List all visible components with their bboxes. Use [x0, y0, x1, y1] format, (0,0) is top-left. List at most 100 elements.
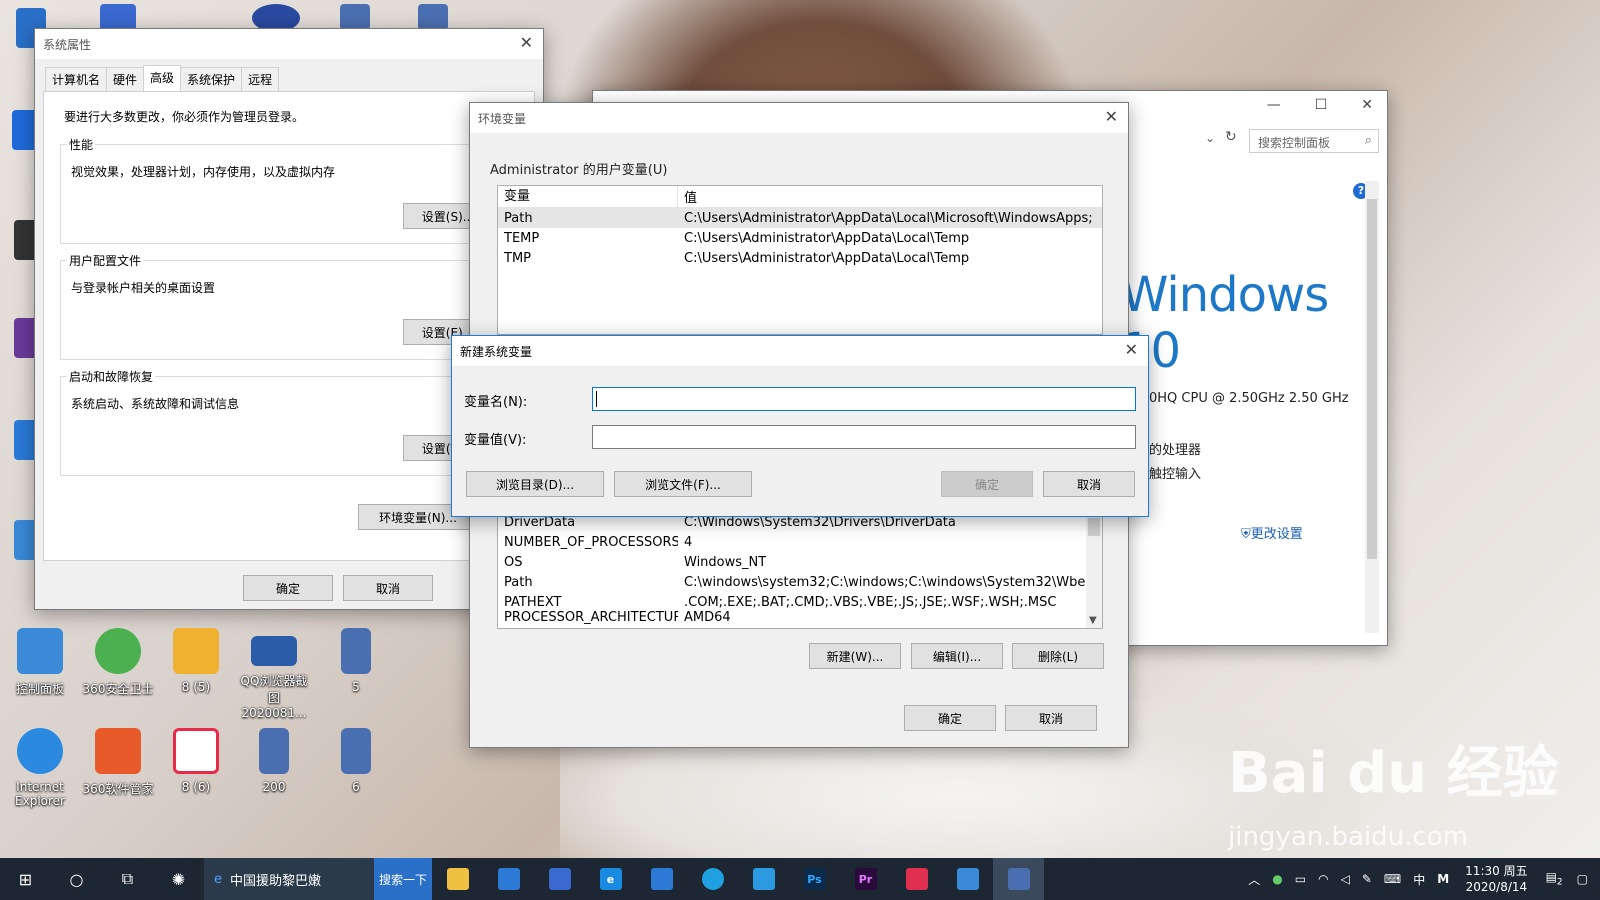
security-icon[interactable]: ●: [1272, 872, 1282, 886]
close-icon[interactable]: ✕: [1125, 342, 1138, 358]
taskbar-file-explorer[interactable]: [432, 858, 483, 900]
desktop-icon-youku[interactable]: 8 (6): [158, 728, 234, 794]
taskbar-camera[interactable]: [636, 858, 687, 900]
var-name: PATHEXT: [504, 594, 562, 610]
desktop-icon-internet-explorer[interactable]: Internet Explorer: [2, 728, 78, 808]
desktop-icon-200[interactable]: 200: [236, 728, 312, 794]
variable-name-field[interactable]: [592, 387, 1136, 411]
maximize-icon[interactable]: ☐: [1315, 97, 1328, 113]
ie-icon: e: [214, 871, 222, 887]
var-name: TMP: [504, 250, 531, 266]
taskbar-pin-app[interactable]: [738, 858, 789, 900]
taskbar-app[interactable]: [534, 858, 585, 900]
taskbar-photoshop[interactable]: Ps: [789, 858, 840, 900]
tab-hardware[interactable]: 硬件: [106, 67, 145, 93]
system-tray: ︿ ● ▭ ◠ ◁ ✎ ⌨ 中 M 11:30 周五 2020/8/14 ▤2 …: [1242, 858, 1600, 900]
table-row[interactable]: OS Windows_NT: [498, 552, 1102, 572]
change-settings-link[interactable]: ⛨更改设置: [1241, 523, 1303, 542]
360-security-icon: [95, 628, 141, 674]
taskbar-edge[interactable]: e: [585, 858, 636, 900]
taskbar-system[interactable]: [993, 858, 1044, 900]
column-variable[interactable]: 变量: [498, 186, 678, 208]
user-vars-list[interactable]: 变量 值 Path C:\Users\Administrator\AppData…: [497, 185, 1103, 335]
dropdown-chevron-icon[interactable]: ⌄: [1205, 131, 1215, 145]
action-center-icon[interactable]: ▢: [1577, 872, 1588, 886]
cortana-button[interactable]: ○: [51, 858, 102, 900]
chevron-up-icon[interactable]: ︿: [1248, 871, 1260, 888]
tab-advanced[interactable]: 高级: [143, 65, 182, 91]
taskbar-control-panel[interactable]: [942, 858, 993, 900]
table-row[interactable]: PROCESSOR_ARCHITECTURE AMD64: [498, 610, 1102, 625]
keyboard-icon[interactable]: ⌨: [1384, 872, 1401, 886]
table-row[interactable]: NUMBER_OF_PROCESSORS 4: [498, 532, 1102, 552]
ok-button[interactable]: 确定: [904, 705, 996, 731]
startup-recovery-label: 启动和故障恢复: [67, 368, 156, 385]
browse-file-button[interactable]: 浏览文件(F)...: [614, 471, 752, 497]
partial-desktop-icon[interactable]: [340, 4, 370, 30]
browse-directory-button[interactable]: 浏览目录(D)...: [466, 471, 604, 497]
tab-system-protection[interactable]: 系统保护: [180, 67, 243, 93]
close-icon[interactable]: ✕: [520, 35, 533, 51]
desktop-icon-6[interactable]: 6: [318, 728, 394, 794]
delete-variable-button[interactable]: 删除(L): [1012, 643, 1104, 669]
ok-button[interactable]: 确定: [941, 471, 1033, 497]
taskbar-qq[interactable]: [687, 858, 738, 900]
volume-icon[interactable]: ◁: [1341, 872, 1350, 886]
close-icon[interactable]: ✕: [1361, 97, 1373, 113]
pen-icon[interactable]: ✎: [1362, 872, 1372, 886]
cancel-button[interactable]: 取消: [1043, 471, 1135, 497]
variable-value-field[interactable]: [592, 425, 1136, 449]
taskbar-store[interactable]: [483, 858, 534, 900]
desktop-icon-control-panel[interactable]: 控制面板: [2, 628, 78, 697]
tab-remote[interactable]: 远程: [241, 67, 280, 93]
taskbar-red-app[interactable]: [891, 858, 942, 900]
edit-variable-button[interactable]: 编辑(I)...: [911, 643, 1003, 669]
ok-button[interactable]: 确定: [243, 575, 333, 601]
table-row[interactable]: Path C:\windows\system32;C:\windows;C:\w…: [498, 572, 1102, 592]
desktop-icon-label: 360软件管家: [82, 782, 154, 796]
new-variable-button[interactable]: 新建(W)...: [809, 643, 901, 669]
desktop-icon-qq-screenshot[interactable]: QQ浏览器截图2020081...: [236, 628, 312, 720]
table-row[interactable]: TEMP C:\Users\Administrator\AppData\Loca…: [498, 228, 1102, 248]
ime-indicator[interactable]: 中: [1413, 871, 1425, 888]
ime-mode-indicator[interactable]: M: [1437, 872, 1449, 886]
close-icon[interactable]: ✕: [1105, 109, 1118, 125]
network-icon[interactable]: ◠: [1318, 872, 1328, 886]
cancel-button[interactable]: 取消: [343, 575, 433, 601]
desktop-icon-folder-8-5[interactable]: 8 (5): [158, 628, 234, 694]
youku-icon: [173, 728, 219, 774]
start-button[interactable]: ⊞: [0, 858, 51, 900]
scrollbar[interactable]: [1365, 181, 1379, 633]
taskbar: ⊞ ○ ⧉ ✺ e 中国援助黎巴嫩 搜索一下 e Ps Pr ︿ ● ▭ ◠ ◁…: [0, 858, 1600, 900]
table-row[interactable]: TMP C:\Users\Administrator\AppData\Local…: [498, 248, 1102, 268]
search-icon[interactable]: ⌕: [1365, 133, 1372, 148]
tab-computer-name[interactable]: 计算机名: [45, 67, 108, 93]
battery-icon[interactable]: ▭: [1295, 872, 1306, 886]
chevron-down-icon[interactable]: ▼: [1089, 615, 1097, 626]
taskbar-app-pinwheel[interactable]: ✺: [153, 858, 204, 900]
app-icon: [905, 868, 928, 890]
baidu-watermark-url: jingyan.baidu.com: [1228, 822, 1468, 852]
premiere-icon: Pr: [854, 868, 877, 890]
partial-desktop-icon[interactable]: [418, 4, 448, 30]
edge-icon: e: [599, 868, 622, 890]
cancel-button[interactable]: 取消: [1005, 705, 1097, 731]
scrollbar[interactable]: ▼: [1086, 512, 1102, 628]
column-value[interactable]: 值: [678, 187, 697, 206]
desktop-icon-360-security[interactable]: 360安全卫士: [80, 628, 156, 697]
system-vars-list[interactable]: DriverData C:\Windows\System32\Drivers\D…: [497, 511, 1103, 629]
desktop-icon-360-software[interactable]: 360软件管家: [80, 728, 156, 797]
desktop-icon-5[interactable]: 5: [318, 628, 394, 694]
refresh-icon[interactable]: ↻: [1225, 129, 1237, 145]
task-view-button[interactable]: ⧉: [102, 858, 153, 900]
scrollbar-thumb[interactable]: [1088, 518, 1100, 536]
minimize-icon[interactable]: —: [1267, 97, 1281, 113]
notification-count-icon[interactable]: ▤2: [1546, 870, 1563, 887]
clock[interactable]: 11:30 周五 2020/8/14: [1465, 863, 1527, 895]
taskbar-search-button[interactable]: 搜索一下: [374, 858, 432, 900]
control-panel-search[interactable]: 搜索控制面板 ⌕: [1249, 129, 1379, 153]
var-name: TEMP: [504, 230, 540, 246]
taskbar-search-box[interactable]: e 中国援助黎巴嫩: [204, 858, 374, 900]
taskbar-premiere[interactable]: Pr: [840, 858, 891, 900]
table-row[interactable]: Path C:\Users\Administrator\AppData\Loca…: [498, 208, 1102, 228]
